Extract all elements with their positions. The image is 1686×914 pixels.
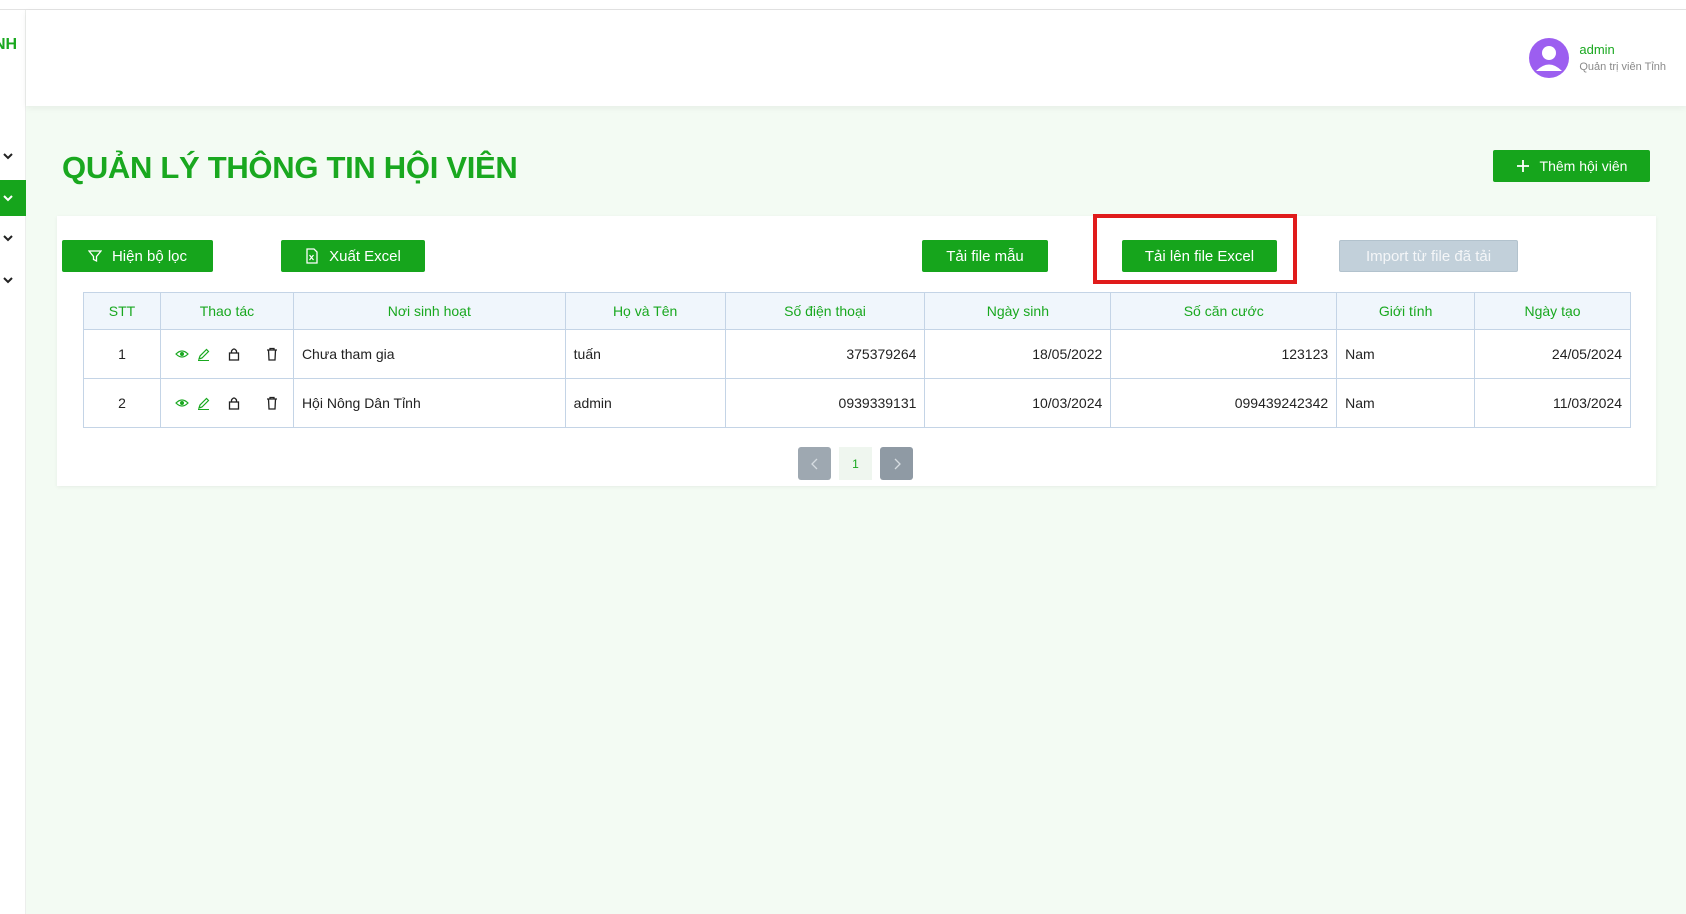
sidebar-item-1[interactable] xyxy=(0,136,26,176)
cell-place: Hội Nông Dân Tỉnh xyxy=(292,378,566,428)
cell-dob: 10/03/2024 xyxy=(924,378,1112,428)
cell-created: 24/05/2024 xyxy=(1474,329,1631,379)
top-header: admin Quản trị viên Tỉnh xyxy=(26,10,1686,106)
user-name: admin xyxy=(1579,42,1615,57)
lock-icon[interactable] xyxy=(221,396,247,410)
import-uploaded-button[interactable]: Import từ file đã tải xyxy=(1339,240,1518,272)
add-member-label: Thêm hội viên xyxy=(1539,158,1628,174)
cell-created: 11/03/2024 xyxy=(1474,378,1631,428)
cell-id: 123123 xyxy=(1110,329,1338,379)
sidebar-brand: NH xyxy=(0,36,18,53)
cell-name: tuấn xyxy=(564,329,726,379)
sidebar-item-3[interactable] xyxy=(0,218,26,258)
cell-id: 099439242342 xyxy=(1110,378,1338,428)
page-title: QUẢN LÝ THÔNG TIN HỘI VIÊN xyxy=(62,150,518,185)
cell-stt: 1 xyxy=(83,329,161,379)
table-row: 1 Chưa tham gia tuấn 375379264 18/05/202… xyxy=(83,329,1631,379)
filter-icon xyxy=(87,250,102,263)
cell-stt: 2 xyxy=(83,378,161,428)
cell-name: admin xyxy=(564,378,726,428)
top-border xyxy=(0,0,1686,10)
col-header-id: Số căn cước xyxy=(1110,292,1338,330)
highlight-box xyxy=(1093,214,1297,284)
cell-dob: 18/05/2022 xyxy=(924,329,1112,379)
cell-actions xyxy=(159,378,294,428)
download-template-label: Tải file mẫu xyxy=(946,247,1024,265)
col-header-name: Họ và Tên xyxy=(564,292,726,330)
chevron-down-icon xyxy=(3,277,13,284)
sidebar-item-4[interactable] xyxy=(0,260,26,300)
table-row: 2 Hội Nông Dân Tỉnh admin 0939339131 10/… xyxy=(83,378,1631,428)
page-number-1[interactable]: 1 xyxy=(839,447,872,480)
col-header-phone: Số điện thoại xyxy=(724,292,926,330)
lock-icon[interactable] xyxy=(221,347,247,361)
pagination: 1 xyxy=(798,447,913,480)
trash-icon[interactable] xyxy=(259,396,285,410)
cell-phone: 0939339131 xyxy=(724,378,926,428)
col-header-place: Nơi sinh hoạt xyxy=(292,292,566,330)
prev-page-button[interactable] xyxy=(798,447,831,480)
user-avatar-icon xyxy=(1529,38,1570,78)
plus-icon xyxy=(1516,160,1529,172)
col-header-created: Ngày tạo xyxy=(1474,292,1631,330)
chevron-right-icon xyxy=(894,458,901,469)
add-member-button[interactable]: Thêm hội viên xyxy=(1493,150,1650,182)
import-uploaded-label: Import từ file đã tải xyxy=(1365,247,1492,265)
sidebar-item-2-active[interactable] xyxy=(0,180,26,216)
user-menu[interactable]: admin Quản trị viên Tỉnh xyxy=(1529,38,1666,78)
cell-gender: Nam xyxy=(1336,329,1476,379)
chevron-down-icon xyxy=(3,195,13,202)
edit-icon[interactable] xyxy=(191,348,217,361)
col-header-stt: STT xyxy=(83,292,161,330)
show-filter-label: Hiện bộ lọc xyxy=(111,247,188,265)
trash-icon[interactable] xyxy=(259,347,285,361)
excel-file-icon xyxy=(306,248,318,264)
next-page-button[interactable] xyxy=(880,447,913,480)
col-header-actions: Thao tác xyxy=(159,292,294,330)
chevron-left-icon xyxy=(810,458,817,469)
sidebar: NH xyxy=(0,10,26,914)
export-excel-label: Xuất Excel xyxy=(329,247,401,265)
show-filter-button[interactable]: Hiện bộ lọc xyxy=(62,240,213,272)
members-table: STT Thao tác Nơi sinh hoạt Họ và Tên Số … xyxy=(83,292,1631,428)
table-header-row: STT Thao tác Nơi sinh hoạt Họ và Tên Số … xyxy=(83,292,1631,330)
user-role: Quản trị viên Tỉnh xyxy=(1579,61,1666,73)
cell-actions xyxy=(159,329,294,379)
chevron-down-icon xyxy=(3,235,13,242)
cell-gender: Nam xyxy=(1336,378,1476,428)
cell-phone: 375379264 xyxy=(724,329,926,379)
export-excel-button[interactable]: Xuất Excel xyxy=(281,240,425,272)
download-template-button[interactable]: Tải file mẫu xyxy=(922,240,1048,272)
edit-icon[interactable] xyxy=(191,397,217,410)
chevron-down-icon xyxy=(3,153,13,160)
col-header-gender: Giới tính xyxy=(1336,292,1476,330)
cell-place: Chưa tham gia xyxy=(292,329,566,379)
col-header-dob: Ngày sinh xyxy=(924,292,1112,330)
